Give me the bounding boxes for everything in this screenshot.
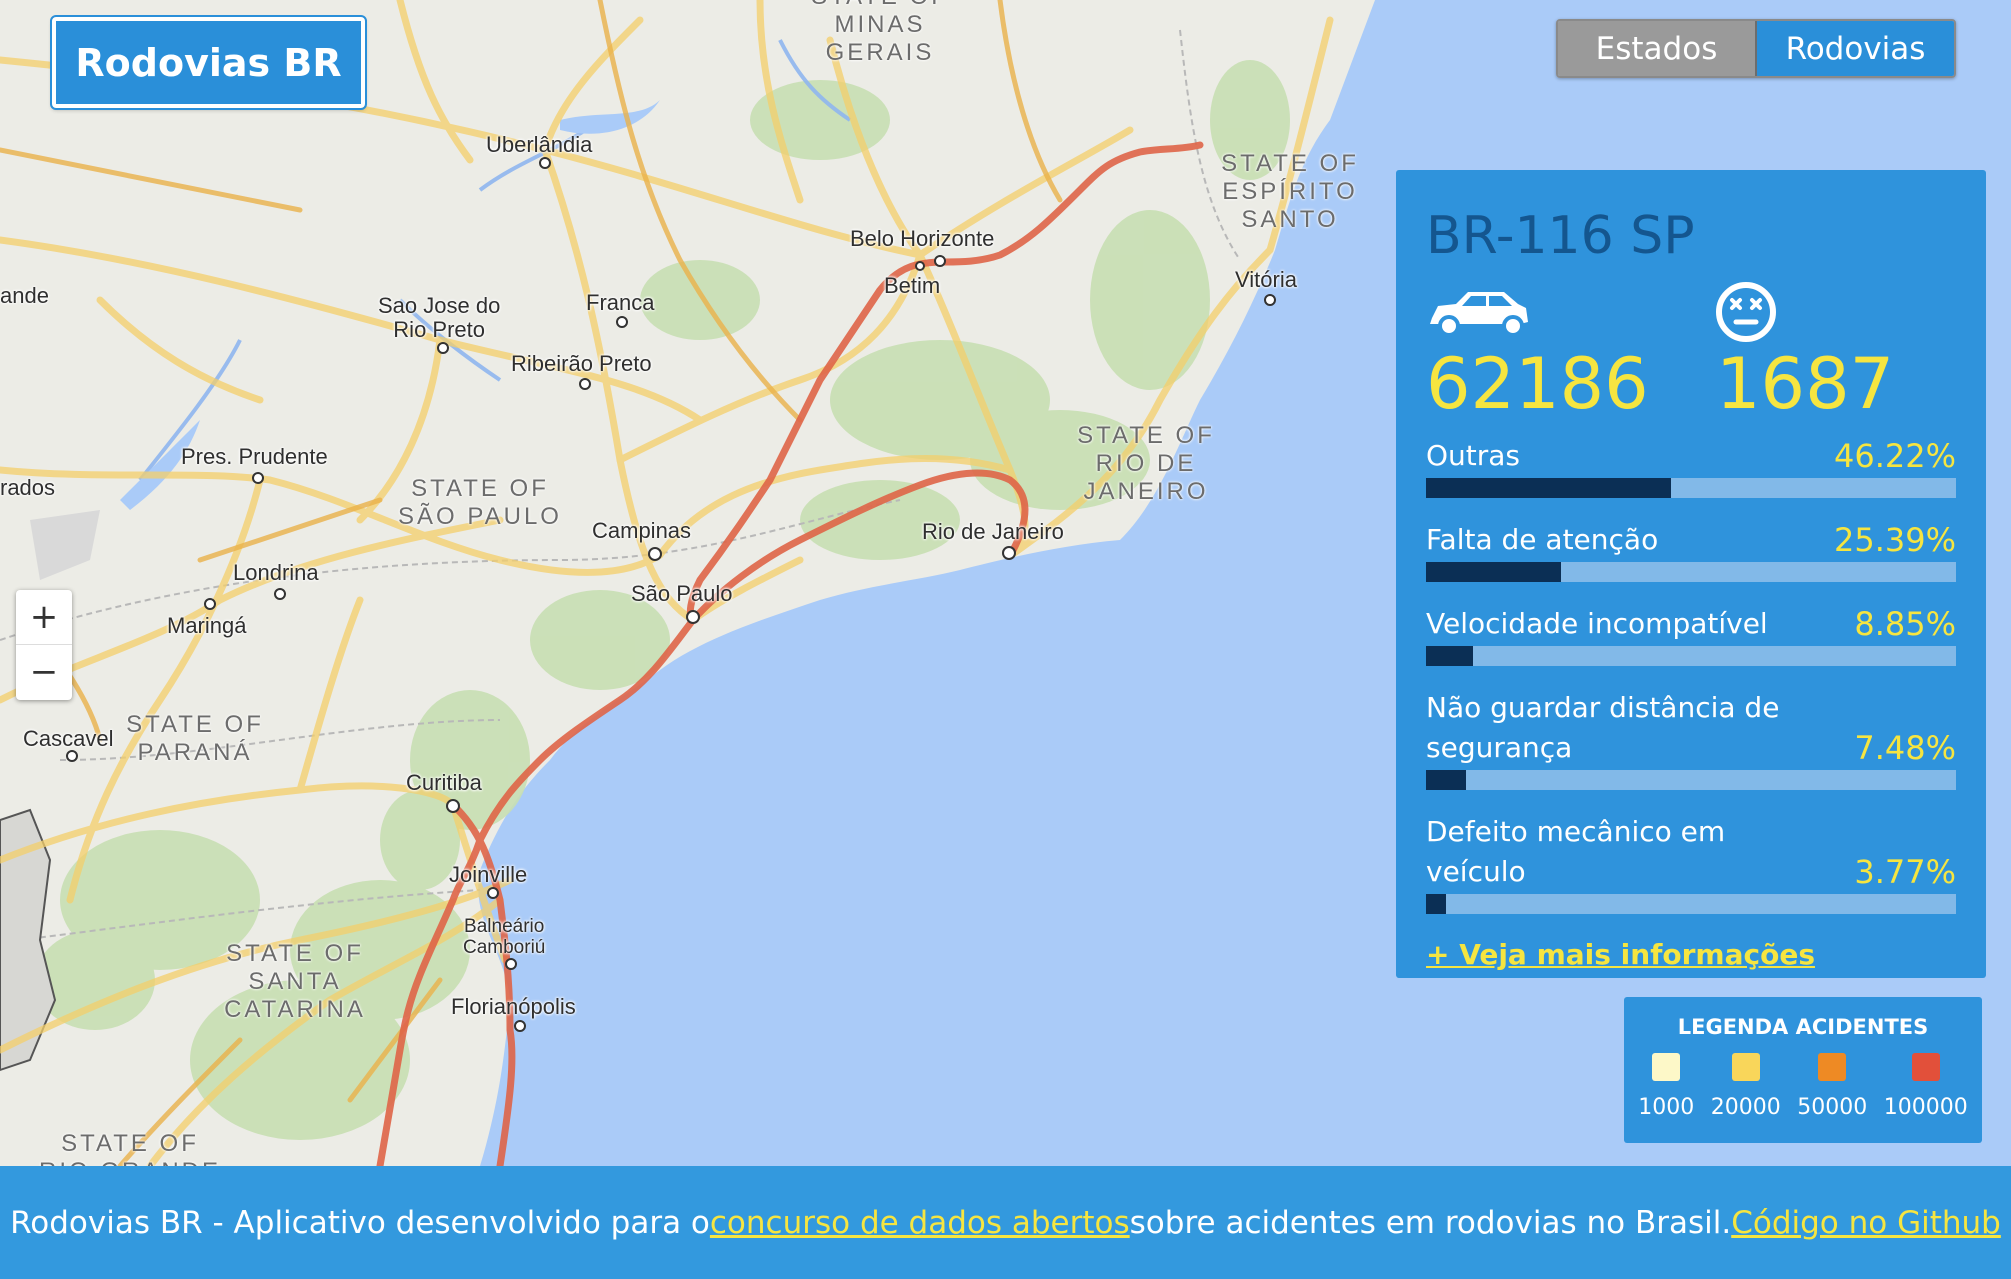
cause-label: Outras xyxy=(1426,439,1521,472)
city-label-ande: ande xyxy=(0,283,49,308)
city-label-franca: Franca xyxy=(586,290,655,315)
road-info-panel: BR-116 SP 62186 1687 Outras 46.22% Falta d… xyxy=(1396,170,1986,978)
github-link[interactable]: Código no Github xyxy=(1731,1205,2001,1241)
dead-face-icon xyxy=(1714,280,1778,349)
cause-percent: 46.22% xyxy=(1833,437,1956,475)
cause-item: Defeito mecânico em veículo 3.77% xyxy=(1426,812,1956,914)
cause-bar-fill xyxy=(1426,646,1473,666)
cause-bar xyxy=(1426,894,1956,914)
city-label-uberlandia: Uberlândia xyxy=(486,132,593,157)
cause-label: Não guardar distância de segurança xyxy=(1426,691,1780,764)
car-icon xyxy=(1426,288,1532,343)
footer-text-middle: sobre acidentes em rodovias no Brasil. xyxy=(1129,1204,1732,1241)
cause-item: Não guardar distância de segurança 7.48% xyxy=(1426,688,1956,790)
city-label-ribeirao-preto: Ribeirão Preto xyxy=(511,351,652,376)
cause-item: Outras 46.22% xyxy=(1426,436,1956,498)
city-label-rio-de-janeiro: Rio de Janeiro xyxy=(922,519,1064,544)
legend-item: 50000 xyxy=(1797,1053,1867,1120)
footer: Rodovias BR - Aplicativo desenvolvido pa… xyxy=(0,1166,2011,1279)
cause-item: Falta de atenção 25.39% xyxy=(1426,520,1956,582)
region-label-sao-paulo: STATE OF SÃO PAULO xyxy=(398,475,562,530)
estados-button[interactable]: Estados xyxy=(1558,21,1755,76)
legend-value: 20000 xyxy=(1710,1095,1781,1120)
cause-bar xyxy=(1426,770,1956,790)
road-title: BR-116 SP xyxy=(1426,206,1695,266)
app-title-text: Rodovias BR xyxy=(75,40,342,85)
legend-swatch xyxy=(1652,1053,1681,1081)
cause-bar-fill xyxy=(1426,894,1446,914)
city-label-curitiba: Curitiba xyxy=(406,770,482,795)
city-label-pres-prudente: Pres. Prudente xyxy=(181,444,328,469)
city-label-balneario-camboriu: Balneário Camboriú xyxy=(463,916,546,958)
legend-swatch xyxy=(1911,1053,1940,1081)
causes-list: Outras 46.22% Falta de atenção 25.39% Veloci… xyxy=(1426,436,1956,914)
legend-title: LEGENDA ACIDENTES xyxy=(1677,1015,1929,1039)
cause-percent: 3.77% xyxy=(1854,853,1956,891)
legend-swatch xyxy=(1731,1053,1760,1081)
legend-item: 100000 xyxy=(1884,1053,1968,1120)
region-label-parana: STATE OF PARANÁ xyxy=(126,711,264,766)
zoom-out-button[interactable]: − xyxy=(16,644,72,699)
deaths-count: 1687 xyxy=(1716,343,1895,425)
footer-text-before: Rodovias BR - Aplicativo desenvolvido pa… xyxy=(10,1204,710,1241)
stat-icons xyxy=(1426,278,1956,344)
region-label-espirito-santo: STATE OF ESPÍRITO SANTO xyxy=(1221,150,1359,233)
cause-label: Velocidade incompatível xyxy=(1426,607,1768,640)
zoom-in-button[interactable]: + xyxy=(16,590,72,644)
more-info-link[interactable]: + Veja mais informações xyxy=(1426,938,1815,971)
rodovias-button[interactable]: Rodovias xyxy=(1755,21,1954,76)
city-label-betim: Betim xyxy=(884,273,941,298)
legend-value: 100000 xyxy=(1883,1095,1968,1120)
cause-bar xyxy=(1426,478,1956,498)
city-label-florianopolis: Florianópolis xyxy=(451,994,576,1019)
legend-item: 1000 xyxy=(1638,1053,1694,1120)
accident-legend: LEGENDA ACIDENTES 1000 20000 50000 100000 xyxy=(1624,997,1982,1143)
city-label-cascavel: Cascavel xyxy=(23,726,114,751)
city-label-belo-horizonte: Belo Horizonte xyxy=(850,226,995,251)
cause-item: Velocidade incompatível 8.85% xyxy=(1426,604,1956,666)
cause-bar xyxy=(1426,562,1956,582)
cause-bar-fill xyxy=(1426,562,1561,582)
cause-bar-fill xyxy=(1426,770,1466,790)
region-label-rio-de-janeiro: STATE OF RIO DE JANEIRO xyxy=(1077,422,1215,505)
cause-bar xyxy=(1426,646,1956,666)
city-label-vitoria: Vitória xyxy=(1235,267,1297,292)
accidents-count: 62186 xyxy=(1426,343,1649,425)
app-title[interactable]: Rodovias BR xyxy=(50,15,367,110)
cause-percent: 8.85% xyxy=(1854,605,1956,643)
city-label-maringa: Maringá xyxy=(167,613,247,638)
legend-value: 50000 xyxy=(1797,1095,1868,1120)
contest-link[interactable]: concurso de dados abertos xyxy=(710,1205,1130,1241)
view-toggle: Estados Rodovias xyxy=(1556,19,1956,78)
city-label-sao-jose-rio-preto: Sao Jose do Rio Preto xyxy=(378,293,501,342)
cause-bar-fill xyxy=(1426,478,1671,498)
cause-percent: 7.48% xyxy=(1854,729,1956,767)
stat-values: 62186 1687 xyxy=(1426,344,1956,424)
legend-value: 1000 xyxy=(1638,1095,1695,1120)
city-label-londrina: Londrina xyxy=(233,560,319,585)
city-label-joinville: Joinville xyxy=(449,862,528,887)
zoom-control: + − xyxy=(16,590,72,700)
city-label-sao-paulo: São Paulo xyxy=(631,581,733,606)
legend-swatch xyxy=(1818,1053,1847,1081)
cause-percent: 25.39% xyxy=(1833,521,1956,559)
region-label-santa-catarina: STATE OF SANTA CATARINA xyxy=(224,940,366,1023)
region-label-minas-gerais: STATE OF MINAS GERAIS xyxy=(811,0,946,66)
cause-label: Falta de atenção xyxy=(1426,523,1659,556)
legend-item: 20000 xyxy=(1711,1053,1781,1120)
legend-items: 1000 20000 50000 100000 xyxy=(1624,1053,1982,1120)
cause-label: Defeito mecânico em veículo xyxy=(1426,815,1726,888)
city-label-campinas: Campinas xyxy=(592,518,692,543)
city-label-rados: rados xyxy=(0,475,56,500)
